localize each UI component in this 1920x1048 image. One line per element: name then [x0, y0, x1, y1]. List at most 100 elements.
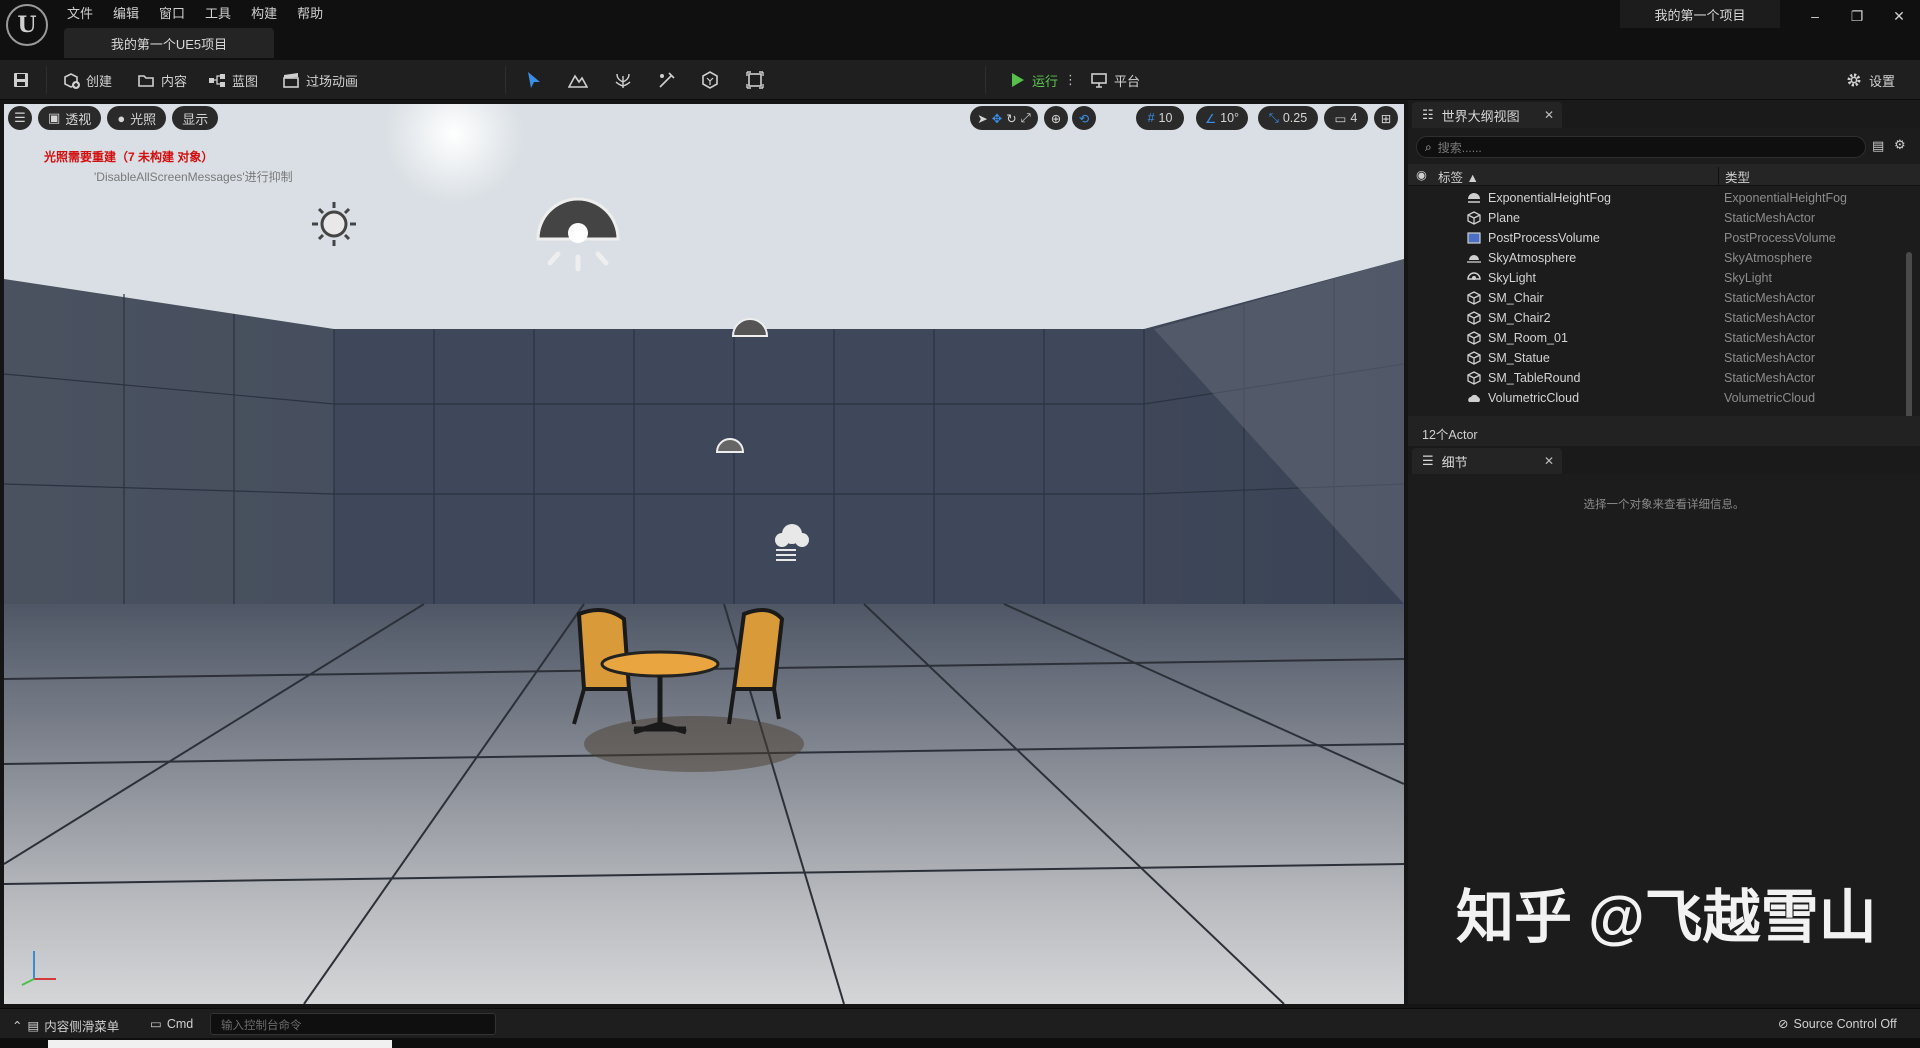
landscape-mode-icon[interactable]: [567, 69, 589, 91]
search-placeholder: 搜索......: [1437, 140, 1482, 155]
close-icon[interactable]: ✕: [1544, 108, 1554, 122]
show-label: 显示: [182, 111, 209, 127]
taskbar-highlight: [48, 1040, 392, 1048]
cube-icon: [1466, 290, 1482, 306]
restore-button[interactable]: ❐: [1837, 0, 1877, 32]
layout-icon: ⊞: [1380, 111, 1392, 126]
outliner-search-input[interactable]: ⌕ 搜索......: [1416, 136, 1866, 158]
grid-snap-toggle[interactable]: # 10: [1136, 106, 1184, 130]
select-arrow-icon[interactable]: ➤: [977, 111, 987, 126]
actor-label: PostProcessVolume: [1488, 231, 1600, 245]
cmd-button[interactable]: ▭ Cmd: [150, 1016, 193, 1032]
outliner-row[interactable]: ExponentialHeightFog ExponentialHeightFog: [1408, 188, 1908, 208]
view-mode-button[interactable]: ● 光照: [107, 106, 167, 130]
cinematics-button[interactable]: 过场动画: [282, 66, 358, 94]
unreal-logo-icon[interactable]: U: [6, 4, 48, 46]
content-drawer-button[interactable]: ⌃ ▤ 内容侧滑菜单: [12, 1016, 119, 1035]
menu-edit[interactable]: 编辑: [106, 0, 152, 24]
outliner-row[interactable]: PostProcessVolume PostProcessVolume: [1408, 228, 1908, 248]
scale-snap-toggle[interactable]: ⤡ 0.25: [1258, 106, 1318, 130]
actor-type: SkyLight: [1724, 271, 1772, 285]
menu-build[interactable]: 构建: [244, 0, 290, 24]
source-control-button[interactable]: ⊘ Source Control Off: [1778, 1016, 1897, 1032]
show-button[interactable]: 显示: [172, 106, 219, 130]
outliner-row[interactable]: SM_TableRound StaticMeshActor: [1408, 368, 1908, 388]
globe-icon: ⊕: [1050, 111, 1062, 126]
content-button[interactable]: 内容: [137, 66, 187, 94]
mesh-paint-mode-icon[interactable]: [656, 69, 678, 91]
status-bar: ⌃ ▤ 内容侧滑菜单 ▭ Cmd 输入控制台命令 ⊘ Source Contro…: [0, 1008, 1920, 1038]
actor-label: SM_Chair: [1488, 291, 1544, 305]
details-panel: 选择一个对象来查看详细信息。 知乎 @飞越雪山: [1408, 474, 1920, 1004]
outliner-row[interactable]: SM_Statue StaticMeshActor: [1408, 348, 1908, 368]
outliner-row[interactable]: SM_Chair StaticMeshActor: [1408, 288, 1908, 308]
save-button[interactable]: [12, 66, 30, 94]
content-drawer-label: 内容侧滑菜单: [44, 1020, 120, 1034]
surface-snap-toggle[interactable]: ⟲: [1072, 106, 1096, 130]
platforms-label: 平台: [1114, 73, 1141, 89]
source-control-label: Source Control Off: [1793, 1016, 1897, 1031]
settings-button[interactable]: 设置: [1845, 66, 1895, 94]
outliner-settings-icon[interactable]: ⚙: [1894, 137, 1906, 153]
outliner-tab[interactable]: ☷ 世界大纲视图 ✕: [1412, 102, 1562, 128]
actor-type: ExponentialHeightFog: [1724, 191, 1847, 205]
create-button[interactable]: 创建: [62, 66, 112, 94]
watermark: 知乎 @飞越雪山: [1456, 885, 1877, 950]
blueprint-button[interactable]: 蓝图: [208, 66, 258, 94]
add-folder-icon[interactable]: ▤: [1872, 138, 1884, 154]
outliner-row[interactable]: Plane StaticMeshActor: [1408, 208, 1908, 228]
content-drawer-icon: ▤: [27, 1019, 40, 1033]
foliage-mode-icon[interactable]: [612, 69, 634, 91]
details-empty-message: 选择一个对象来查看详细信息。: [1583, 499, 1745, 511]
play-options-icon[interactable]: ⋮: [1064, 72, 1077, 88]
fracture-mode-icon[interactable]: [699, 69, 721, 91]
type-column-header[interactable]: 类型: [1718, 167, 1750, 186]
move-icon[interactable]: ✥: [992, 111, 1002, 126]
content-browser-icon: [137, 71, 155, 89]
rotation-snap-toggle[interactable]: ∠ 10°: [1196, 106, 1248, 130]
menu-tools[interactable]: 工具: [198, 0, 244, 24]
modeling-mode-icon[interactable]: [744, 69, 766, 91]
menu-window[interactable]: 窗口: [152, 0, 198, 24]
select-mode-icon[interactable]: [523, 69, 545, 91]
rotate-icon[interactable]: ↻: [1006, 111, 1016, 126]
outliner-row[interactable]: SkyLight SkyLight: [1408, 268, 1908, 288]
outliner-row[interactable]: SkyAtmosphere SkyAtmosphere: [1408, 248, 1908, 268]
play-icon: [1008, 71, 1026, 89]
details-title: 细节: [1441, 454, 1468, 470]
perspective-cube-icon: ▣: [48, 110, 61, 125]
transform-tools[interactable]: ➤ ✥ ↻ ⤢: [970, 106, 1038, 130]
actor-type: VolumetricCloud: [1724, 391, 1816, 405]
cube-icon: [1466, 210, 1482, 226]
skylight-icon: [1466, 270, 1482, 286]
details-tab[interactable]: ☰ 细节 ✕: [1412, 448, 1562, 474]
actor-type: StaticMeshActor: [1724, 291, 1816, 305]
angle-icon: ∠: [1204, 111, 1217, 126]
outliner-scrollbar[interactable]: [1906, 252, 1912, 432]
viewport-layout-button[interactable]: ⊞: [1374, 106, 1398, 130]
menu-file[interactable]: 文件: [60, 0, 106, 24]
scale-icon[interactable]: ⤢: [1021, 111, 1031, 126]
actor-label: VolumetricCloud: [1488, 391, 1580, 405]
camera-speed-button[interactable]: ▭ 4: [1324, 106, 1368, 130]
minimize-button[interactable]: –: [1795, 0, 1835, 32]
play-button[interactable]: 运行 ⋮: [1008, 66, 1077, 94]
level-tab[interactable]: 我的第一个UE5项目: [64, 28, 274, 58]
level-viewport[interactable]: ☰ ▣ 透视 ● 光照 显示 ➤ ✥ ↻ ⤢ ⊕ ⟲ # 10 ∠ 10° ⤡ …: [4, 104, 1404, 1004]
close-window-button[interactable]: ✕: [1879, 0, 1919, 32]
visibility-eye-icon[interactable]: ◉: [1416, 167, 1427, 182]
label-column-header[interactable]: 标签 ▲: [1438, 167, 1479, 186]
world-local-toggle[interactable]: ⊕: [1044, 106, 1068, 130]
perspective-button[interactable]: ▣ 透视: [38, 106, 102, 130]
viewport-menu-button[interactable]: ☰: [8, 106, 32, 130]
outliner-row[interactable]: VolumetricCloud VolumetricCloud: [1408, 388, 1908, 408]
menu-help[interactable]: 帮助: [290, 0, 336, 24]
console-command-input[interactable]: 输入控制台命令: [210, 1013, 496, 1035]
outliner-row[interactable]: SM_Room_01 StaticMeshActor: [1408, 328, 1908, 348]
cube-icon: [1466, 330, 1482, 346]
label-column-text: 标签: [1438, 171, 1464, 185]
terminal-icon: ▭: [150, 1017, 162, 1031]
platforms-button[interactable]: 平台: [1090, 66, 1140, 94]
close-icon[interactable]: ✕: [1544, 454, 1554, 468]
outliner-row[interactable]: SM_Chair2 StaticMeshActor: [1408, 308, 1908, 328]
